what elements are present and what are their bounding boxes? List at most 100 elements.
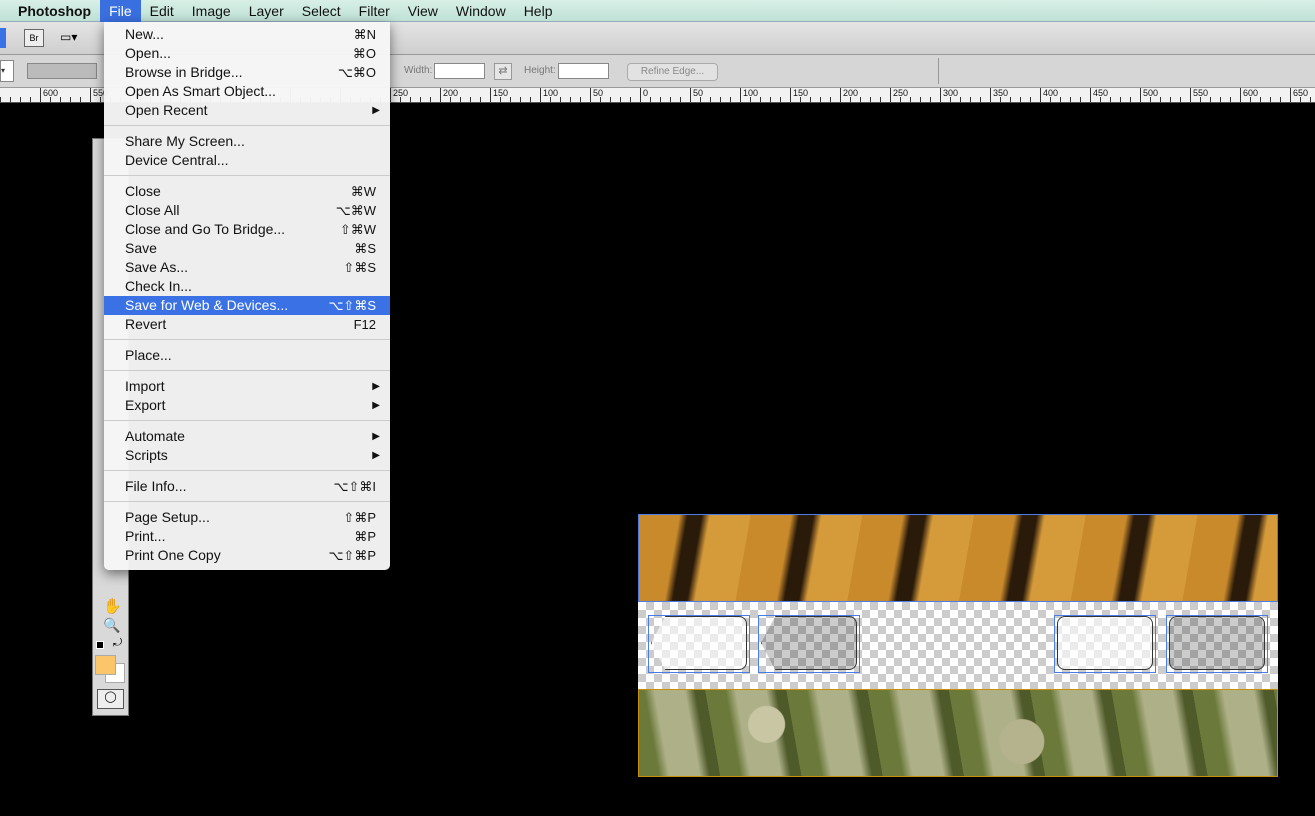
menu-item-automate[interactable]: Automate ▶ [104,427,390,446]
menu-item-label: File Info... [125,478,187,494]
menu-item-label: Check In... [125,278,192,294]
menu-item-shortcut: ⇧⌘P [343,510,376,525]
menu-item-scripts[interactable]: Scripts ▶ [104,446,390,465]
menu-item-label: Open Recent [125,102,208,118]
back-button-shape-dark[interactable] [758,615,860,673]
menu-view[interactable]: View [399,0,447,22]
menu-help[interactable]: Help [515,0,562,22]
menu-item-shortcut: ⌘S [354,241,376,256]
menu-item-shortcut: ⌥⌘O [337,65,376,80]
menu-item-shortcut: ⌥⌘W [335,203,376,218]
menu-item-save-for-web-devices[interactable]: Save for Web & Devices... ⌥⇧⌘S [104,296,390,315]
menu-item-shortcut: ⌘P [354,529,376,544]
button-shape-light[interactable] [1054,615,1156,673]
menu-separator [104,415,390,427]
foreground-color-swatch[interactable] [95,655,116,675]
file-menu: New... ⌘N Open... ⌘O Browse in Bridge... ⌥⌘O O… [104,22,390,570]
menu-item-shortcut: ⌥⇧⌘S [328,298,376,313]
menu-file[interactable]: File [100,0,141,22]
menu-separator [104,170,390,182]
menu-bar: Photoshop File Edit Image Layer Select Filter V… [0,0,1315,22]
menu-item-revert[interactable]: Revert F12 [104,315,390,334]
menu-item-new[interactable]: New... ⌘N [104,25,390,44]
menu-item-shortcut: ⌘O [352,46,376,61]
menu-item-label: Revert [125,316,167,332]
ps-logo [0,28,6,48]
menu-item-print[interactable]: Print... ⌘P [104,527,390,546]
divider [938,58,939,84]
document-canvas[interactable] [638,514,1278,777]
menu-item-open-as-smart-object[interactable]: Open As Smart Object... [104,82,390,101]
apple-app-menu[interactable]: Photoshop [0,0,100,22]
menu-item-export[interactable]: Export ▶ [104,396,390,415]
menu-separator [104,465,390,477]
menu-item-label: Export [125,397,166,413]
button-shape-dark[interactable] [1166,615,1268,673]
menu-item-close[interactable]: Close ⌘W [104,182,390,201]
menu-item-file-info[interactable]: File Info... ⌥⇧⌘I [104,477,390,496]
menu-item-label: Browse in Bridge... [125,64,243,80]
menu-item-label: Print One Copy [125,547,221,563]
back-button-shape-light[interactable] [648,615,750,673]
selection-mode-buttons[interactable] [27,63,97,79]
height-input[interactable] [558,63,609,79]
quick-mask-button[interactable]: ◯ [97,689,124,709]
swap-icon[interactable]: ⇄ [494,63,512,80]
swap-colors-icon[interactable]: ⤾ [113,637,122,650]
submenu-arrow-icon: ▶ [372,105,380,116]
menu-item-open-recent[interactable]: Open Recent ▶ [104,101,390,120]
submenu-arrow-icon: ▶ [372,431,380,442]
menu-item-label: Open As Smart Object... [125,83,276,99]
ruler-label: 50 [590,88,603,102]
menu-item-save[interactable]: Save ⌘S [104,239,390,258]
menu-item-label: Share My Screen... [125,133,245,149]
menu-filter[interactable]: Filter [350,0,399,22]
menu-item-label: Close and Go To Bridge... [125,221,286,237]
menu-item-label: Automate [125,428,185,444]
menu-item-save-as[interactable]: Save As... ⇧⌘S [104,258,390,277]
menu-item-shortcut: ⇧⌘S [343,260,376,275]
menu-item-share-my-screen[interactable]: Share My Screen... [104,132,390,151]
menu-item-label: Place... [125,347,172,363]
menu-item-shortcut: ⌥⇧⌘I [333,479,377,494]
menu-item-label: Import [125,378,165,394]
menu-item-print-one-copy[interactable]: Print One Copy ⌥⇧⌘P [104,546,390,565]
menu-item-open[interactable]: Open... ⌘O [104,44,390,63]
menu-item-label: Save for Web & Devices... [125,297,289,313]
menu-item-shortcut: F12 [353,317,376,332]
zoom-tool-icon[interactable]: 🔍 [103,617,120,634]
menu-separator [104,365,390,377]
menu-item-close-all[interactable]: Close All ⌥⌘W [104,201,390,220]
menu-item-label: Save As... [125,259,189,275]
menu-item-import[interactable]: Import ▶ [104,377,390,396]
menu-item-close-and-go-to-bridge[interactable]: Close and Go To Bridge... ⇧⌘W [104,220,390,239]
menu-item-page-setup[interactable]: Page Setup... ⇧⌘P [104,508,390,527]
refine-edge-button[interactable]: Refine Edge... [627,63,718,81]
menu-item-label: Device Central... [125,152,229,168]
menu-edit[interactable]: Edit [141,0,183,22]
tiger-texture-layer[interactable] [638,514,1278,602]
width-input[interactable] [434,63,485,79]
submenu-arrow-icon: ▶ [372,450,380,461]
default-colors-icon[interactable] [96,641,104,649]
tool-preset-picker[interactable]: ▾ [0,60,14,82]
menu-image[interactable]: Image [183,0,240,22]
menu-item-label: New... [125,26,164,42]
snake-texture-layer[interactable] [638,689,1278,777]
submenu-arrow-icon: ▶ [372,381,380,392]
menu-item-shortcut: ⌥⇧⌘P [328,548,376,563]
menu-item-place[interactable]: Place... [104,346,390,365]
menu-item-device-central[interactable]: Device Central... [104,151,390,170]
width-label: Width: [404,65,433,76]
menu-window[interactable]: Window [447,0,515,22]
menu-item-label: Close [125,183,161,199]
menu-separator [104,120,390,132]
hand-tool-icon[interactable]: ✋ [103,597,122,615]
height-label: Height: [524,65,556,76]
screen-mode-button[interactable]: ▭▾ [60,30,90,46]
menu-item-check-in[interactable]: Check In... [104,277,390,296]
bridge-button[interactable]: Br [24,29,44,47]
menu-item-browse-in-bridge[interactable]: Browse in Bridge... ⌥⌘O [104,63,390,82]
menu-select[interactable]: Select [293,0,350,22]
menu-layer[interactable]: Layer [240,0,293,22]
